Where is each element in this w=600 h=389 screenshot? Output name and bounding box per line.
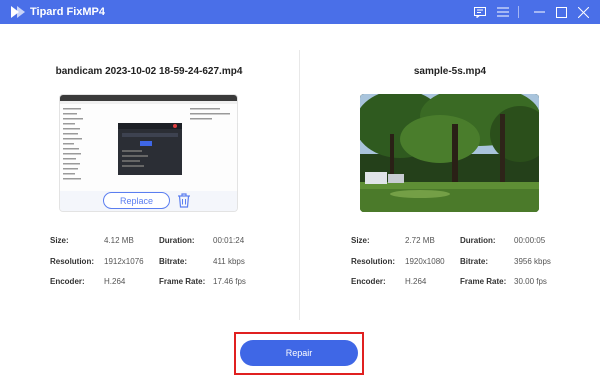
left-resolution-label: Resolution: (50, 257, 94, 266)
left-duration-value: 00:01:24 (213, 236, 245, 245)
left-resolution-value: 1912x1076 (104, 257, 144, 266)
app-logo-icon (11, 6, 25, 18)
menu-button[interactable] (494, 3, 512, 21)
left-size-label: Size: (50, 236, 69, 245)
right-encoder-value: H.264 (405, 277, 427, 286)
right-bitrate-value: 3956 kbps (514, 257, 551, 266)
right-encoder-label: Encoder: (351, 277, 386, 286)
repair-button[interactable]: Repair (240, 340, 358, 366)
panel-divider (299, 50, 300, 320)
right-filename: sample-5s.mp4 (413, 66, 487, 77)
title-separator (518, 6, 519, 18)
replace-button[interactable]: Replace (103, 192, 170, 209)
right-size-label: Size: (351, 236, 370, 245)
right-size-value: 2.72 MB (405, 236, 435, 245)
left-filename: bandicam 2023-10-02 18-59-24-627.mp4 (55, 66, 243, 77)
right-video-thumbnail (360, 94, 539, 212)
left-duration-label: Duration: (159, 236, 195, 245)
app-title: Tipard FixMP4 (30, 6, 105, 18)
close-button[interactable] (574, 3, 592, 21)
minimize-button[interactable] (530, 3, 548, 21)
right-framerate-value: 30.00 fps (514, 277, 547, 286)
left-encoder-label: Encoder: (50, 277, 85, 286)
chat-icon (474, 6, 486, 18)
left-framerate-label: Frame Rate: (159, 277, 206, 286)
left-framerate-value: 17.46 fps (213, 277, 246, 286)
trash-icon[interactable] (177, 193, 191, 208)
left-size-value: 4.12 MB (104, 236, 134, 245)
left-encoder-value: H.264 (104, 277, 126, 286)
right-framerate-label: Frame Rate: (460, 277, 507, 286)
right-resolution-value: 1920x1080 (405, 257, 445, 266)
feedback-button[interactable] (471, 3, 489, 21)
repair-highlight-box: Repair (234, 332, 364, 375)
park-scene-preview (360, 94, 539, 212)
maximize-icon (555, 6, 567, 18)
right-resolution-label: Resolution: (351, 257, 395, 266)
title-bar: Tipard FixMP4 (0, 0, 600, 24)
right-duration-value: 00:00:05 (514, 236, 546, 245)
minimize-icon (533, 11, 545, 13)
left-bitrate-label: Bitrate: (159, 257, 188, 266)
right-bitrate-label: Bitrate: (460, 257, 489, 266)
left-bitrate-value: 411 kbps (213, 257, 245, 266)
maximize-button[interactable] (552, 3, 570, 21)
close-icon (577, 6, 589, 18)
menu-icon (497, 7, 509, 17)
right-duration-label: Duration: (460, 236, 496, 245)
